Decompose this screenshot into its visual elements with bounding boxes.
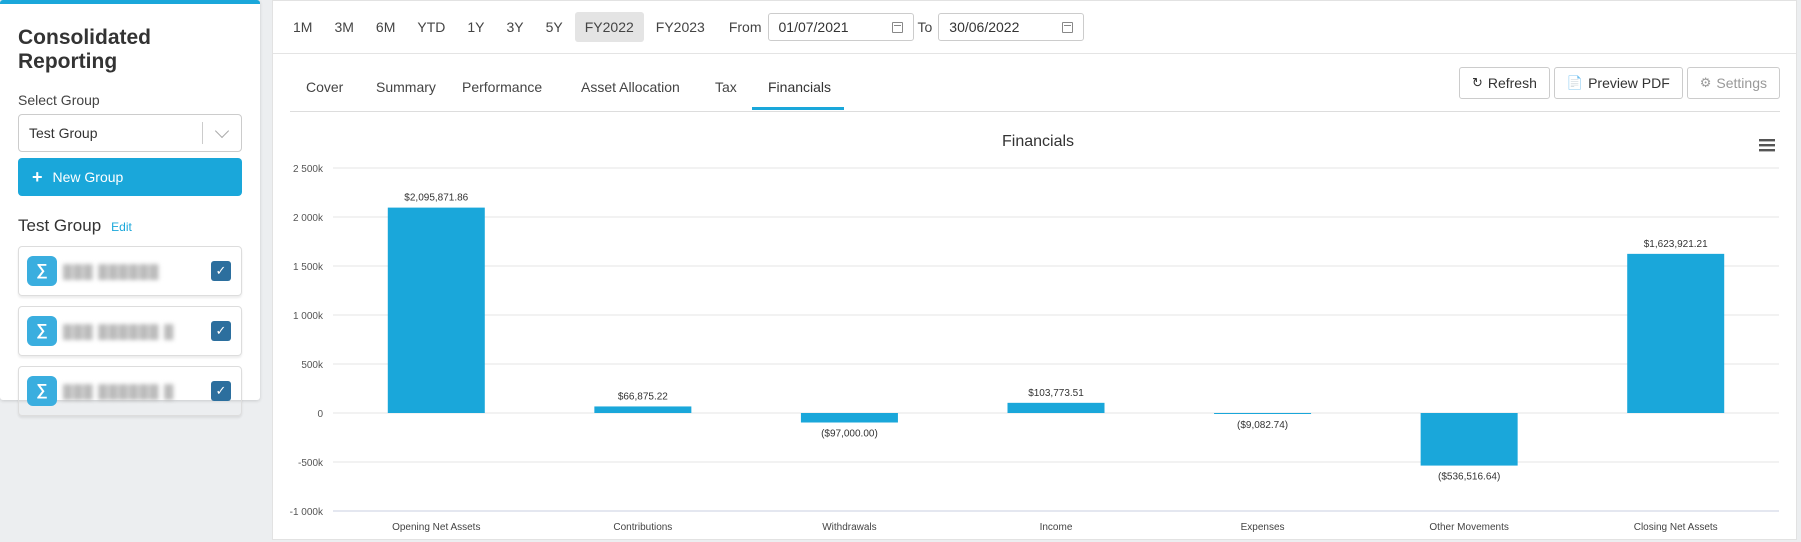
chart-title: Financials: [1002, 133, 1074, 150]
preview-pdf-button[interactable]: 📄 Preview PDF: [1553, 67, 1683, 99]
bar-data-label: ($97,000.00): [821, 429, 878, 440]
group-select[interactable]: Test Group: [18, 114, 242, 152]
refresh-button[interactable]: ↻ Refresh: [1458, 67, 1550, 99]
bar: [1214, 413, 1312, 414]
financials-chart: Financials 2 500k 2 000k 1 500k 1 000k 500k 0…: [290, 133, 1779, 533]
gear-icon: ⚙: [1699, 75, 1712, 90]
tab-cover[interactable]: Cover: [306, 79, 343, 95]
bar: [1627, 253, 1725, 413]
to-label: To: [917, 19, 933, 35]
bar-data-label: $66,875.22: [618, 391, 668, 402]
refresh-icon: ↻: [1471, 75, 1483, 90]
bar: [387, 207, 485, 413]
period-6m[interactable]: 6M: [366, 12, 405, 42]
sidebar-title: Consolidated Reporting: [18, 26, 152, 73]
edit-group-link[interactable]: Edit: [111, 220, 132, 234]
period-1m[interactable]: 1M: [283, 12, 322, 42]
tab-summary[interactable]: Summary: [376, 79, 436, 95]
group-header: Test Group Edit: [18, 216, 242, 236]
group-name: Test Group: [18, 216, 102, 235]
refresh-label: Refresh: [1487, 75, 1537, 91]
calendar-icon: [1062, 21, 1074, 33]
main-panel: 1M 3M 6M YTD 1Y 3Y 5Y FY2022 FY2023 From…: [272, 0, 1797, 540]
from-label: From: [728, 19, 762, 35]
group-select-value: Test Group: [29, 125, 98, 141]
x-tick-label: Other Movements: [1429, 522, 1508, 533]
account-item[interactable]: ∑ ███ ██████ █ ✓: [18, 306, 242, 356]
account-name: ███ ██████ █: [63, 383, 175, 399]
x-tick-label: Withdrawals: [822, 522, 876, 533]
to-date-input[interactable]: 30/06/2022: [938, 13, 1085, 41]
sidebar: Consolidated Reporting Select Group Test…: [0, 0, 260, 416]
y-tick-label: 500k: [301, 360, 324, 371]
x-tick-label: Expenses: [1241, 522, 1285, 533]
y-tick-label: 1 500k: [293, 262, 324, 273]
bar: [800, 413, 898, 423]
to-date-value: 30/06/2022: [949, 19, 1020, 35]
y-tick-label: 2 500k: [293, 164, 324, 175]
chevron-down-icon: [214, 123, 230, 138]
x-tick-label: Contributions: [613, 522, 672, 533]
account-item[interactable]: ∑ ███ ██████ █ ✓: [18, 366, 242, 416]
x-tick-label: Closing Net Assets: [1634, 522, 1718, 533]
bar-data-label: ($536,516.64): [1438, 472, 1500, 483]
account-checkbox[interactable]: ✓: [211, 321, 231, 341]
x-tick-label: Income: [1040, 522, 1073, 533]
y-tick-label: 2 000k: [293, 213, 324, 224]
bar: [1420, 413, 1518, 466]
account-item[interactable]: ∑ ███ ██████ ✓: [18, 246, 242, 296]
account-name: ███ ██████ █: [63, 323, 175, 339]
period-3m[interactable]: 3M: [324, 12, 363, 42]
from-date-value: 01/07/2021: [778, 19, 849, 35]
tab-asset-allocation[interactable]: Asset Allocation: [581, 79, 680, 95]
active-tab-indicator: [752, 107, 844, 110]
bar-data-label: $1,623,921.21: [1644, 239, 1708, 250]
bar: [594, 406, 692, 413]
hamburger-menu-icon[interactable]: [1759, 139, 1775, 152]
y-tick-label: -1 000k: [290, 507, 324, 518]
new-group-label: New Group: [52, 169, 124, 185]
account-checkbox[interactable]: ✓: [211, 261, 231, 281]
preview-pdf-label: Preview PDF: [1588, 75, 1670, 91]
calendar-icon: [891, 21, 903, 33]
period-1y[interactable]: 1Y: [457, 12, 494, 42]
bar-data-label: ($9,082.74): [1237, 420, 1288, 431]
tab-performance[interactable]: Performance: [462, 79, 542, 95]
account-logo-icon: ∑: [27, 256, 57, 286]
settings-button[interactable]: ⚙ Settings: [1686, 67, 1780, 99]
account-name: ███ ██████: [63, 263, 160, 279]
settings-label: Settings: [1716, 75, 1767, 91]
report-tabs: Cover Summary Performance Asset Allocati…: [290, 67, 1780, 112]
y-tick-label: 1 000k: [293, 311, 324, 322]
period-ytd[interactable]: YTD: [407, 12, 455, 42]
report-actions: ↻ Refresh 📄 Preview PDF ⚙ Settings: [1455, 67, 1780, 99]
pdf-file-icon: 📄: [1566, 75, 1584, 90]
x-tick-label: Opening Net Assets: [392, 522, 480, 533]
bar-data-label: $2,095,871.86: [404, 193, 468, 204]
bar: [1007, 402, 1105, 413]
new-group-button[interactable]: + New Group: [18, 158, 242, 196]
period-fy2022[interactable]: FY2022: [574, 12, 644, 42]
select-group-label: Select Group: [18, 92, 100, 108]
from-date-input[interactable]: 01/07/2021: [767, 13, 914, 41]
period-3y[interactable]: 3Y: [496, 12, 533, 42]
period-5y[interactable]: 5Y: [536, 12, 573, 42]
account-logo-icon: ∑: [27, 316, 57, 346]
account-logo-icon: ∑: [27, 376, 57, 406]
period-toolbar: 1M 3M 6M YTD 1Y 3Y 5Y FY2022 FY2023 From…: [273, 1, 1796, 54]
period-fy2023[interactable]: FY2023: [646, 12, 715, 42]
tab-tax[interactable]: Tax: [715, 79, 737, 95]
account-checkbox[interactable]: ✓: [211, 381, 231, 401]
y-tick-label: -500k: [298, 458, 324, 469]
bar-data-label: $103,773.51: [1028, 388, 1084, 399]
plus-icon: +: [32, 166, 43, 187]
y-tick-label: 0: [317, 409, 323, 420]
tab-financials[interactable]: Financials: [768, 79, 831, 95]
